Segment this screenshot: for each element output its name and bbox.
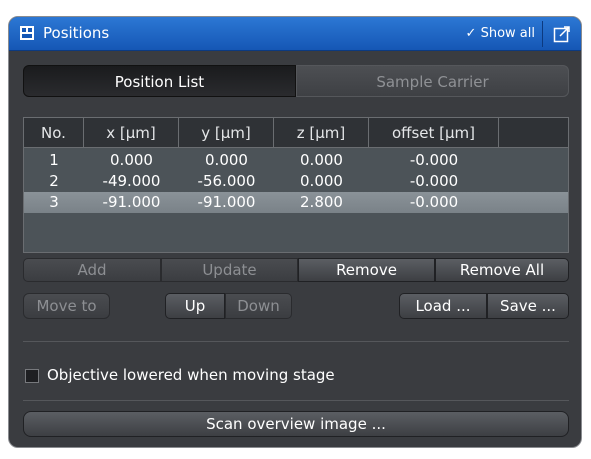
title-bar: Positions ✓ Show all xyxy=(9,17,581,51)
table-header: No. x [µm] y [µm] z [µm] offset [µm] xyxy=(24,118,568,148)
add-button[interactable]: Add xyxy=(23,258,161,282)
show-all-label: Show all xyxy=(480,26,535,41)
cell-offset: -0.000 xyxy=(409,193,459,211)
positions-icon xyxy=(20,26,34,40)
divider xyxy=(23,341,569,342)
cell-x: 0.000 xyxy=(110,151,153,169)
cell-z: 0.000 xyxy=(300,172,343,190)
move-to-button[interactable]: Move to xyxy=(23,293,110,319)
header-y[interactable]: y [µm] xyxy=(179,118,274,148)
scan-overview-button[interactable]: Scan overview image ... xyxy=(23,411,569,437)
show-all-toggle[interactable]: ✓ Show all xyxy=(460,23,541,45)
title-separator xyxy=(542,21,543,47)
remove-all-button[interactable]: Remove All xyxy=(435,258,569,282)
load-button[interactable]: Load ... xyxy=(399,293,487,319)
cell-y: -91.000 xyxy=(197,193,256,211)
tab-position-list[interactable]: Position List xyxy=(23,65,296,97)
objective-lowered-label: Objective lowered when moving stage xyxy=(47,366,335,384)
cell-no: 3 xyxy=(49,193,59,211)
cell-y: 0.000 xyxy=(205,151,248,169)
header-x[interactable]: x [µm] xyxy=(84,118,179,148)
cell-no: 2 xyxy=(49,172,59,190)
cell-x: -91.000 xyxy=(102,193,161,211)
objective-lowered-checkbox[interactable] xyxy=(25,369,39,383)
update-button[interactable]: Update xyxy=(161,258,298,282)
tab-bar: Position List Sample Carrier xyxy=(23,65,569,97)
cell-y: -56.000 xyxy=(197,172,256,190)
tab-sample-carrier[interactable]: Sample Carrier xyxy=(296,65,569,97)
checkmark-icon: ✓ xyxy=(465,26,477,41)
header-offset[interactable]: offset [µm] xyxy=(369,118,499,148)
cell-z: 0.000 xyxy=(300,151,343,169)
window-title: Positions xyxy=(43,24,110,42)
divider xyxy=(23,400,569,401)
header-z[interactable]: z [µm] xyxy=(274,118,369,148)
up-button[interactable]: Up xyxy=(165,293,225,319)
cell-z: 2.800 xyxy=(300,193,343,211)
table-row-selected[interactable]: 3 -91.000 -91.000 2.800 -0.000 xyxy=(24,192,568,213)
header-no[interactable]: No. xyxy=(24,118,84,148)
remove-button[interactable]: Remove xyxy=(298,258,435,282)
positions-panel: Positions ✓ Show all Position List Sampl… xyxy=(8,16,582,448)
table-row[interactable]: 1 0.000 0.000 0.000 -0.000 xyxy=(24,150,568,171)
table-row[interactable]: 2 -49.000 -56.000 0.000 -0.000 xyxy=(24,171,568,192)
save-button[interactable]: Save ... xyxy=(487,293,569,319)
down-button[interactable]: Down xyxy=(225,293,292,319)
cell-x: -49.000 xyxy=(102,172,161,190)
positions-table: No. x [µm] y [µm] z [µm] offset [µm] 1 0… xyxy=(23,117,569,253)
cell-offset: -0.000 xyxy=(409,172,459,190)
detach-icon[interactable] xyxy=(553,25,571,43)
cell-no: 1 xyxy=(49,151,59,169)
cell-offset: -0.000 xyxy=(409,151,459,169)
